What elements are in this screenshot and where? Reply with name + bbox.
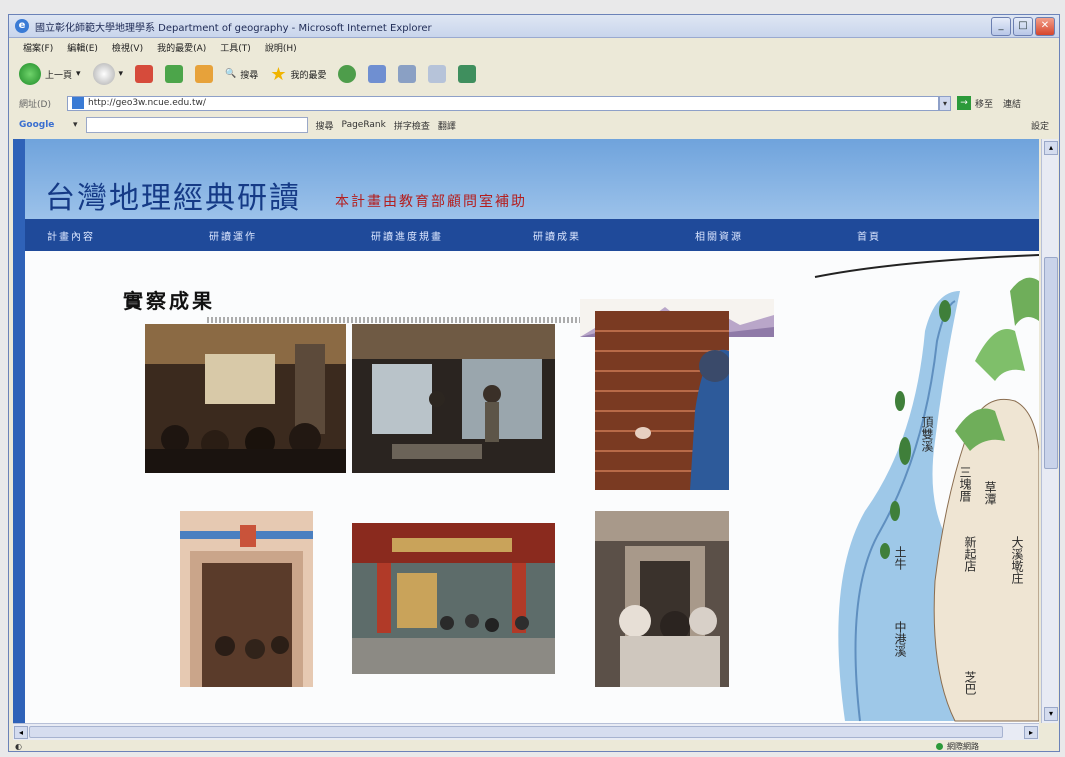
map-label-zhonggangxi: 中港溪 (893, 620, 907, 657)
menu-file[interactable]: 檔案(F) (23, 41, 53, 54)
edit-icon[interactable] (428, 65, 447, 83)
ie-logo-icon: e (15, 19, 29, 33)
vertical-scrollbar[interactable]: ▴ ▾ (1041, 139, 1058, 723)
map-label-caotan: 草潭 (983, 481, 997, 505)
print-icon[interactable] (398, 65, 417, 83)
menu-favorites[interactable]: 我的最愛(A) (157, 41, 206, 54)
vertical-scroll-thumb[interactable] (1044, 257, 1058, 469)
menu-bar: 檔案(F) 編輯(E) 檢視(V) 我的最愛(A) 工具(T) 說明(H) (9, 38, 1059, 56)
menu-edit[interactable]: 編輯(E) (67, 41, 98, 54)
forward-button[interactable]: ▾ (92, 63, 123, 85)
status-bar: ◐ 網際網路 (9, 740, 1059, 752)
title-bar: e 國立彰化師範大學地理學系 Department of geography -… (9, 15, 1059, 38)
forward-arrow-icon (92, 63, 115, 85)
section-title: 實察成果 (123, 289, 215, 313)
site-subtitle: 本計畫由教育部顧問室補助 (335, 194, 527, 210)
history-icon[interactable] (338, 65, 357, 83)
temple-gate-photo (352, 523, 555, 674)
links-button[interactable]: 連結 (1003, 97, 1021, 110)
internet-zone-icon (936, 742, 943, 750)
historical-map: 頂雙溪 三塊厝 草潭 新起店 大溪墘庄 土牛 中港溪 芝巴 (805, 251, 1039, 723)
scroll-up-icon[interactable]: ▴ (1044, 141, 1058, 155)
address-input[interactable]: http://geo3w.ncue.edu.tw/ (67, 95, 939, 111)
menu-help[interactable]: 說明(H) (265, 41, 297, 54)
browser-window: e 國立彰化師範大學地理學系 Department of geography -… (8, 14, 1060, 752)
brick-wall-photo (595, 311, 729, 490)
horizontal-scroll-thumb[interactable] (29, 726, 1003, 738)
site-header: 台灣地理經典研讀 本計畫由教育部顧問室補助 (25, 139, 1039, 219)
decorative-divider (207, 317, 587, 323)
nav-home[interactable]: 首頁 (835, 228, 997, 243)
menu-tools[interactable]: 工具(T) (220, 41, 251, 54)
google-toolbar: Google ▾ 搜尋 PageRank 拼字檢查 翻譯 設定 (9, 115, 1059, 135)
favorites-button[interactable]: ★ 我的最愛 (270, 64, 326, 85)
site-nav: 計畫內容 研讀運作 研讀進度規畫 研讀成果 相關資源 首頁 (25, 219, 1039, 251)
page-status-icon: ◐ (15, 741, 22, 751)
map-label-dingshuangxi: 頂雙溪 (920, 416, 934, 452)
site-title: 台灣地理經典研讀 (45, 181, 301, 216)
messenger-icon[interactable] (458, 65, 477, 83)
internet-zone-label: 網際網路 (947, 741, 979, 751)
address-dropdown-icon[interactable]: ▾ (939, 95, 951, 111)
map-label-xinqidian: 新起店 (963, 535, 977, 572)
scroll-right-icon[interactable]: ▸ (1024, 726, 1038, 739)
map-label-sankuaicuo: 三塊厝 (958, 466, 972, 503)
google-translate[interactable]: 翻譯 (438, 119, 456, 132)
back-button[interactable]: 上一頁 ▾ (19, 63, 81, 85)
stop-icon[interactable] (135, 65, 154, 83)
home-icon[interactable] (195, 65, 214, 83)
google-settings[interactable]: 設定 (1031, 119, 1049, 132)
maximize-button[interactable]: □ (1013, 17, 1033, 36)
mail-icon[interactable] (368, 65, 387, 83)
web-page: 台灣地理經典研讀 本計畫由教育部顧問室補助 計畫內容 研讀運作 研讀進度規畫 研… (13, 139, 1039, 723)
address-bar: 網址(D) http://geo3w.ncue.edu.tw/ ▾ → 移至 連… (9, 93, 1059, 113)
temple-interior-photo (145, 324, 346, 473)
map-label-tuniu: 土牛 (893, 546, 907, 570)
window-title: 國立彰化師範大學地理學系 Department of geography - M… (35, 23, 432, 34)
doorway-photo (180, 511, 313, 687)
search-icon: 🔍 (225, 69, 237, 79)
search-button[interactable]: 🔍 搜尋 (225, 68, 258, 81)
address-label: 網址(D) (19, 99, 51, 110)
google-dropdown-icon[interactable]: ▾ (73, 120, 78, 130)
google-search-input[interactable] (85, 117, 308, 133)
map-label-daxiqianzhuang: 大溪墘庄 (1010, 536, 1024, 585)
nav-results[interactable]: 研讀成果 (511, 228, 673, 243)
google-pagerank[interactable]: PageRank (342, 120, 386, 130)
nav-resources[interactable]: 相關資源 (673, 228, 835, 243)
horizontal-scrollbar[interactable]: ◂ ▸ (13, 723, 1039, 740)
exhibit-hall-photo (352, 324, 555, 473)
refresh-icon[interactable] (165, 65, 184, 83)
menu-view[interactable]: 檢視(V) (112, 41, 143, 54)
nav-schedule[interactable]: 研讀進度規畫 (349, 228, 511, 243)
google-spell-check[interactable]: 拼字檢查 (394, 119, 430, 132)
standard-toolbar: 上一頁 ▾ ▾ 🔍 搜尋 ★ 我的最愛 (9, 57, 1059, 91)
nav-plan[interactable]: 計畫內容 (25, 228, 187, 243)
stone-gate-photo (595, 511, 729, 687)
star-icon: ★ (270, 63, 287, 85)
google-search-button[interactable]: 搜尋 (316, 119, 334, 132)
back-arrow-icon (19, 63, 41, 85)
go-arrow-icon: → (957, 96, 971, 110)
scroll-left-icon[interactable]: ◂ (14, 726, 28, 739)
minimize-button[interactable]: _ (991, 17, 1011, 36)
page-icon (72, 97, 84, 109)
google-logo: Google (19, 120, 55, 130)
go-button[interactable]: → 移至 (957, 96, 993, 110)
page-content: 實察成果 頂雙溪 三塊厝 草潭 新起店 大溪墘庄 土牛 中港溪 芝巴 (25, 251, 1039, 723)
scroll-down-icon[interactable]: ▾ (1044, 707, 1058, 721)
map-label-zhiba: 芝巴 (963, 670, 977, 695)
close-button[interactable]: ✕ (1035, 17, 1055, 36)
nav-operation[interactable]: 研讀運作 (187, 228, 349, 243)
